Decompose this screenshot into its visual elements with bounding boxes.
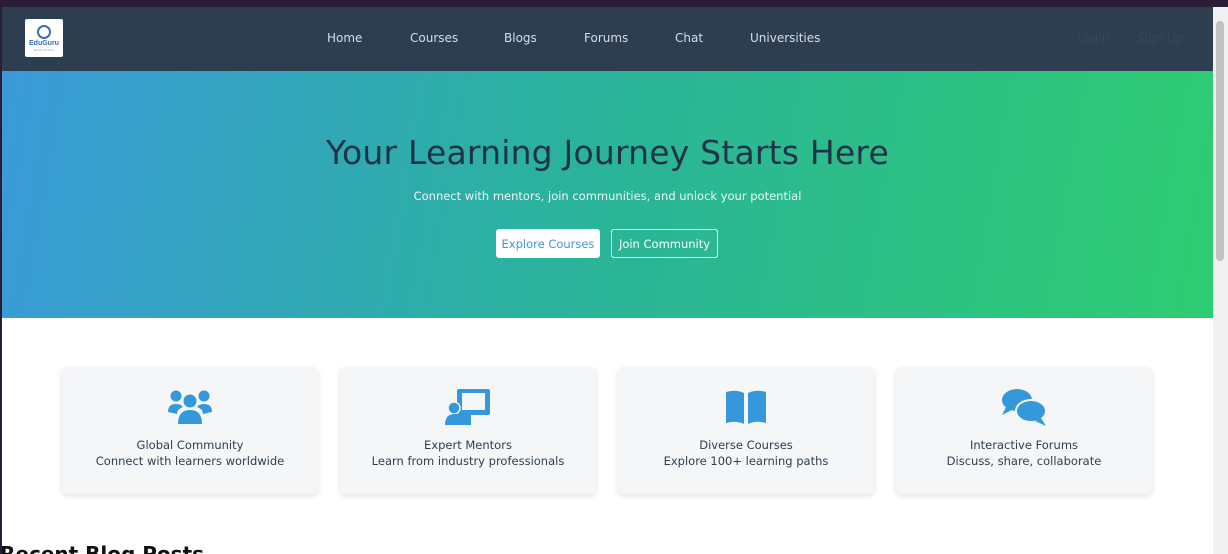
page-scrollbar[interactable]	[1213, 7, 1228, 554]
hero-subtitle: Connect with mentors, join communities, …	[413, 189, 802, 203]
hero-section: Your Learning Journey Starts Here Connec…	[2, 71, 1213, 318]
nav-universities[interactable]: Universities	[750, 31, 820, 45]
brand-logo[interactable]: EduGuru EDUCATION	[25, 19, 63, 57]
hero-title: Your Learning Journey Starts Here	[326, 133, 889, 172]
explore-courses-button[interactable]: Explore Courses	[496, 229, 600, 258]
users-icon	[62, 387, 318, 427]
feature-card-courses: Diverse Courses Explore 100+ learning pa…	[618, 367, 874, 494]
nav-forums[interactable]: Forums	[584, 31, 628, 45]
recent-blog-posts-heading: Recent Blog Posts	[2, 542, 205, 554]
feature-title: Global Community	[136, 438, 244, 452]
book-open-icon	[618, 387, 874, 427]
feature-card-community: Global Community Connect with learners w…	[62, 367, 318, 494]
feature-description: Explore 100+ learning paths	[663, 454, 829, 468]
scrollbar-thumb[interactable]	[1216, 21, 1224, 261]
feature-description: Learn from industry professionals	[371, 454, 565, 468]
login-link[interactable]: Login	[1077, 31, 1109, 45]
feature-card-mentors: Expert Mentors Learn from industry profe…	[340, 367, 596, 494]
browser-viewport: EduGuru EDUCATION Home Courses Blogs For…	[2, 7, 1213, 554]
teacher-board-icon	[340, 387, 596, 427]
logo-subtext: EDUCATION	[33, 47, 55, 52]
comments-icon	[896, 387, 1152, 427]
feature-description: Connect with learners worldwide	[95, 454, 285, 468]
nav-blogs[interactable]: Blogs	[504, 31, 537, 45]
join-community-button[interactable]: Join Community	[611, 229, 718, 258]
feature-title: Expert Mentors	[424, 438, 512, 452]
signup-link[interactable]: Sign Up	[1137, 31, 1183, 45]
feature-title: Interactive Forums	[969, 438, 1079, 452]
logo-text: EduGuru	[29, 39, 59, 47]
nav-chat[interactable]: Chat	[675, 31, 703, 45]
feature-title: Diverse Courses	[699, 438, 793, 452]
feature-description: Discuss, share, collaborate	[946, 454, 1102, 468]
navbar: EduGuru EDUCATION Home Courses Blogs For…	[2, 7, 1213, 71]
nav-courses[interactable]: Courses	[410, 31, 458, 45]
logo-mark-icon	[37, 24, 51, 39]
nav-home[interactable]: Home	[327, 31, 362, 45]
feature-card-forums: Interactive Forums Discuss, share, colla…	[896, 367, 1152, 494]
